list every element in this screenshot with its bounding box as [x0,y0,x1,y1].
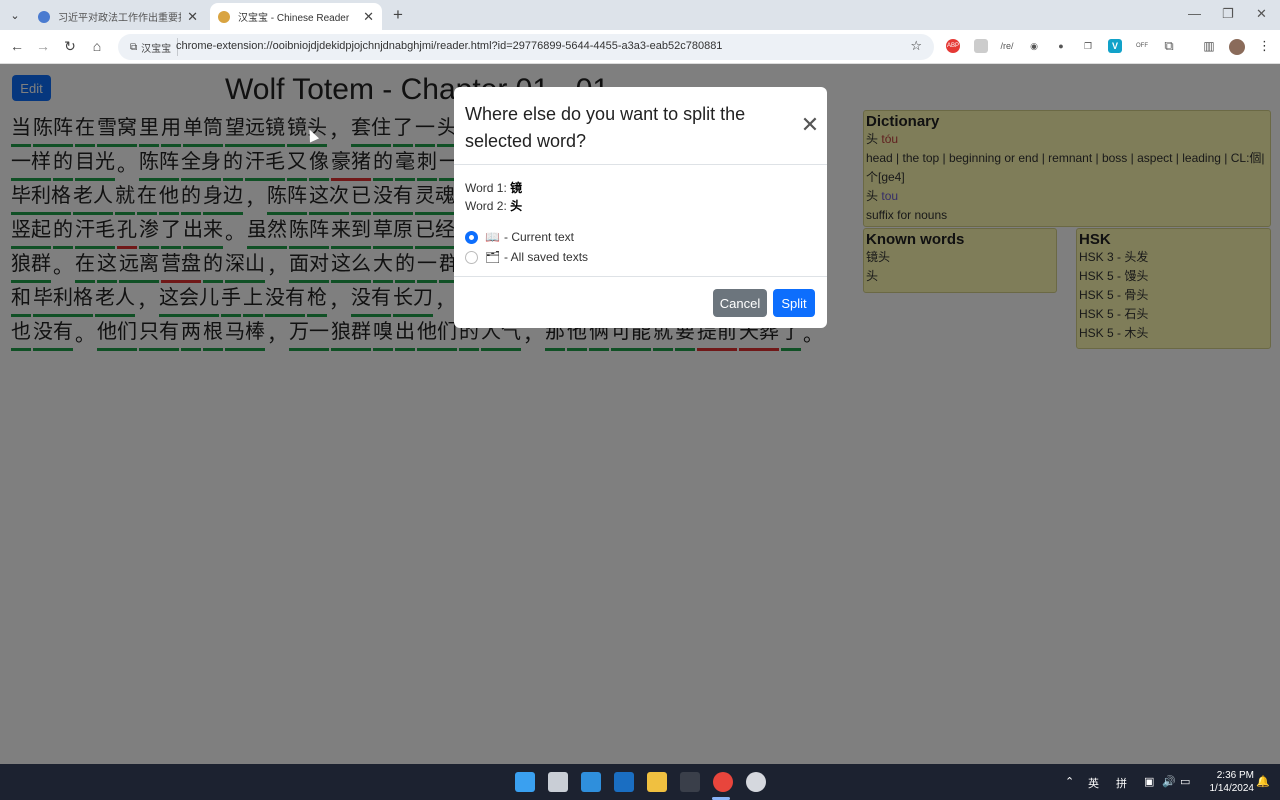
address-bar[interactable]: ⧉ 汉宝宝 chrome-extension://ooibniojdjdekid… [118,34,934,60]
extension-icon: ⧉ [130,41,138,53]
forward-arrow-icon[interactable]: → [34,38,52,54]
word-2-label: Word 2: [465,199,507,213]
kebab-menu-icon[interactable]: ⋮ [1258,38,1271,54]
site-chip[interactable]: ⧉ 汉宝宝 [124,38,179,56]
file-explorer-icon[interactable] [647,772,667,792]
split-button[interactable]: Split [773,289,815,317]
camera-icon[interactable]: ◉ [1027,39,1041,53]
card-index-icon: 🗂 [485,250,501,264]
bookmark-star-icon[interactable]: ☆ [910,38,922,54]
profile-avatar[interactable] [1229,39,1245,55]
tab-news[interactable]: 习近平对政法工作作出重要指示 ✕ [30,3,206,30]
current-text-label: - Current text [504,230,575,244]
tab-title: 习近平对政法工作作出重要指示 [58,13,181,24]
reload-icon[interactable]: ↻ [61,38,79,55]
url-text[interactable]: chrome-extension://ooibniojdjdekidpjojch… [176,40,722,52]
v-extension-icon[interactable]: V [1108,39,1122,53]
side-panel-icon[interactable]: ▥ [1202,39,1216,53]
word-2-line: Word 2: 头 [465,197,815,215]
home-icon[interactable]: ⌂ [88,38,106,54]
notification-bell-icon[interactable]: 🔔 [1256,775,1270,788]
network-icon[interactable]: ▣ [1144,775,1154,788]
clock-date: 1/14/2024 [1209,783,1255,794]
tab-search-chevron-icon[interactable]: ⌄ [6,5,24,25]
dialog-title: Where else do you want to split the sele… [465,104,746,151]
clock-time: 2:36 PM [1216,770,1254,781]
regex-icon[interactable]: /re/ [1000,39,1014,53]
close-tab-icon[interactable]: ✕ [187,9,198,25]
close-tab-icon[interactable]: ✕ [363,9,374,25]
back-arrow-icon[interactable]: ← [8,38,26,54]
reader-favicon-icon [218,10,230,23]
copy-icon[interactable]: ❐ [1081,39,1095,53]
system-clock[interactable]: 2:36 PM 1/14/2024 [1200,769,1255,795]
current-text-radio[interactable] [465,230,478,244]
terminal-icon[interactable] [680,772,700,792]
word-1-line: Word 1: 镜 [465,179,815,197]
minimize-icon[interactable]: — [1188,6,1201,21]
word-1-value: 镜 [510,181,523,195]
vscode-icon[interactable] [581,772,601,792]
task-view-icon[interactable] [548,772,568,792]
book-icon: 📖 [485,230,500,244]
tab-reader[interactable]: 汉宝宝 - Chinese Reader ✕ [210,3,382,30]
word-2-value: 头 [510,199,523,213]
adblock-icon[interactable]: ABP [946,39,960,53]
chrome-icon[interactable] [713,772,733,792]
option-all-saved-texts[interactable]: 🗂 - All saved texts [465,247,815,267]
extension-icon[interactable]: ● [1054,39,1068,53]
split-word-dialog: Where else do you want to split the sele… [454,87,827,328]
windows-taskbar: ⌃ 英 拼 ▣ 🔊 ▭ 2:36 PM 1/14/2024 🔔 [0,764,1280,800]
dialog-footer: Cancel Split [454,276,827,328]
ime-language[interactable]: 英 [1088,775,1099,791]
battery-icon[interactable]: ▭ [1180,775,1190,788]
all-saved-texts-radio[interactable] [465,250,478,264]
start-windows-icon[interactable] [515,772,535,792]
dialog-header: Where else do you want to split the sele… [454,87,827,165]
option-current-text[interactable]: 📖 - Current text [465,227,815,247]
close-window-icon[interactable]: ✕ [1256,6,1267,22]
site-chip-label: 汉宝宝 [141,43,172,55]
new-tab-plus-icon[interactable]: + [390,5,406,25]
all-saved-texts-label: - All saved texts [504,250,589,264]
news-favicon-icon [38,10,50,23]
tab-strip: ⌄ 习近平对政法工作作出重要指示 ✕ 汉宝宝 - Chinese Reader … [0,0,1280,30]
close-icon[interactable]: ✕ [800,114,820,136]
cancel-button[interactable]: Cancel [713,289,767,317]
word-1-label: Word 1: [465,181,507,195]
tab-title: 汉宝宝 - Chinese Reader [238,13,350,24]
volume-icon[interactable]: 🔊 [1162,775,1176,788]
restore-icon[interactable]: ❐ [1222,6,1234,22]
dialog-body: Word 1: 镜 Word 2: 头 📖 - Current text 🗂 -… [465,179,815,267]
ime-mode[interactable]: 拼 [1116,775,1127,791]
outlook-icon[interactable] [614,772,634,792]
app-icon[interactable] [746,772,766,792]
browser-toolbar: ← → ↻ ⌂ ⧉ 汉宝宝 chrome-extension://ooibnio… [0,30,1280,64]
chevron-up-icon[interactable]: ⌃ [1065,775,1074,788]
puzzle-icon[interactable]: ⧉ [1162,38,1176,53]
off-toggle-icon[interactable]: OFF [1135,39,1149,53]
extension-icon[interactable] [974,39,988,53]
